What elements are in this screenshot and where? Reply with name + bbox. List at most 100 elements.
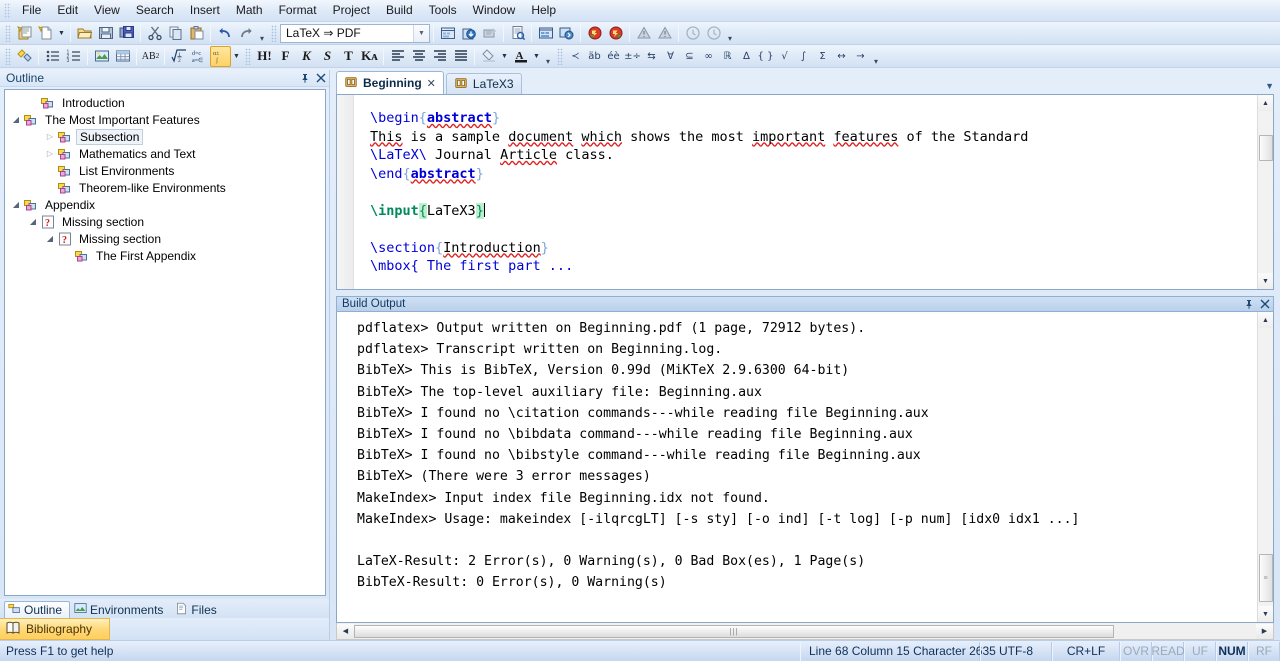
align-justify-icon[interactable] bbox=[450, 46, 471, 67]
outline-item[interactable]: Theorem-like Environments bbox=[5, 179, 325, 196]
math-symbol-button-0[interactable]: ≺ bbox=[566, 46, 585, 67]
toolbar-grip-format[interactable] bbox=[245, 47, 251, 65]
format-toolbar-overflow[interactable]: ▾ bbox=[542, 46, 554, 67]
math-toolbar-overflow[interactable]: ▾ bbox=[870, 46, 882, 67]
menu-item-help[interactable]: Help bbox=[523, 0, 564, 21]
close-tab-icon[interactable]: ✕ bbox=[427, 77, 436, 90]
outline-item[interactable]: List Environments bbox=[5, 162, 325, 179]
outline-item[interactable]: ▷ Subsection bbox=[5, 128, 325, 145]
menu-item-math[interactable]: Math bbox=[228, 0, 271, 21]
chevron-right-icon[interactable]: ▷ bbox=[43, 129, 57, 145]
slanted-button[interactable]: S bbox=[317, 46, 338, 67]
math-symbol-button-6[interactable]: ⊆ bbox=[680, 46, 699, 67]
scroll-down-icon[interactable]: ▼ bbox=[1257, 273, 1273, 289]
build-toolbar-overflow[interactable]: ▾ bbox=[724, 23, 736, 44]
status-flag-ovr[interactable]: OVR bbox=[1120, 641, 1152, 661]
align-right-icon[interactable] bbox=[429, 46, 450, 67]
build-output-body[interactable]: pdflatex> Output written on Beginning.pd… bbox=[336, 312, 1274, 623]
chevron-down-icon[interactable]: ◢ bbox=[9, 112, 23, 128]
stop-build-icon[interactable] bbox=[479, 23, 500, 44]
align-left-icon[interactable] bbox=[387, 46, 408, 67]
pin-icon[interactable] bbox=[1241, 297, 1257, 312]
math-symbol-button-14[interactable]: ↔ bbox=[832, 46, 851, 67]
previous-bad-box-icon[interactable] bbox=[682, 23, 703, 44]
left-tab-outline[interactable]: Outline bbox=[4, 601, 71, 618]
toolbar-grip-math[interactable] bbox=[557, 47, 563, 65]
build-horizontal-scrollbar[interactable]: ◀ ||| ▶ bbox=[336, 623, 1274, 640]
chevron-right-icon[interactable]: ▷ bbox=[43, 146, 57, 162]
build-hscroll-thumb[interactable]: ||| bbox=[354, 624, 1114, 638]
math-symbol-button-3[interactable]: ±÷ bbox=[623, 46, 642, 67]
new-file-dropdown-icon[interactable]: ▼ bbox=[56, 23, 67, 44]
build-vertical-scrollbar[interactable]: ▲ ≡ ▼ bbox=[1257, 312, 1273, 622]
chevron-down-icon[interactable]: ◢ bbox=[43, 231, 57, 247]
itemize-icon[interactable] bbox=[42, 46, 63, 67]
math-symbol-button-10[interactable]: { } bbox=[756, 46, 775, 67]
outline-tree[interactable]: Introduction ◢ The Most Important Features… bbox=[4, 89, 326, 596]
next-error-icon[interactable] bbox=[605, 23, 626, 44]
status-flag-read[interactable]: READ bbox=[1151, 641, 1185, 661]
font-color-dropdown-icon[interactable]: ▼ bbox=[531, 46, 542, 67]
outline-item[interactable]: ◢ The Most Important Features bbox=[5, 111, 325, 128]
math-symbol-button-5[interactable]: ∀ bbox=[661, 46, 680, 67]
status-flag-uf[interactable]: UF bbox=[1184, 641, 1216, 661]
editor-tab-beginning[interactable]: Beginning ✕ bbox=[336, 71, 444, 94]
math-symbol-button-7[interactable]: ∞ bbox=[699, 46, 718, 67]
math-symbol-button-12[interactable]: ∫ bbox=[794, 46, 813, 67]
scroll-down-icon[interactable]: ▼ bbox=[1257, 606, 1273, 622]
scroll-right-icon[interactable]: ▶ bbox=[1256, 623, 1273, 639]
math-symbol-button-11[interactable]: √ bbox=[775, 46, 794, 67]
editor-tab-latex3[interactable]: LaTeX3 bbox=[445, 73, 522, 94]
forward-search-icon[interactable] bbox=[535, 23, 556, 44]
menu-item-tools[interactable]: Tools bbox=[421, 0, 465, 21]
italic-button[interactable]: K bbox=[296, 46, 317, 67]
menu-item-build[interactable]: Build bbox=[378, 0, 421, 21]
chevron-down-icon[interactable]: ◢ bbox=[26, 214, 40, 230]
enumerate-icon[interactable]: 123 bbox=[63, 46, 84, 67]
menu-item-search[interactable]: Search bbox=[128, 0, 182, 21]
math-symbol-button-9[interactable]: ∆ bbox=[737, 46, 756, 67]
outline-item[interactable]: ◢ Appendix bbox=[5, 196, 325, 213]
font-color-icon[interactable]: A bbox=[510, 46, 531, 67]
pin-icon[interactable] bbox=[297, 71, 313, 86]
chevron-down-icon[interactable]: ◢ bbox=[9, 197, 23, 213]
smallcaps-button[interactable]: Kᴀ bbox=[359, 46, 380, 67]
left-tab-files[interactable]: Files bbox=[171, 601, 224, 618]
open-icon[interactable] bbox=[74, 23, 95, 44]
scroll-left-icon[interactable]: ◀ bbox=[337, 623, 354, 639]
status-flag-rf[interactable]: RF bbox=[1248, 641, 1280, 661]
menu-item-file[interactable]: File bbox=[14, 0, 49, 21]
menu-item-project[interactable]: Project bbox=[325, 0, 378, 21]
math-symbol-button-1[interactable]: äb bbox=[585, 46, 604, 67]
scroll-up-icon[interactable]: ▲ bbox=[1257, 95, 1273, 111]
menu-item-format[interactable]: Format bbox=[271, 0, 325, 21]
heading-button[interactable]: H! bbox=[254, 46, 275, 67]
editor-scroll-thumb[interactable] bbox=[1258, 135, 1273, 161]
redo-icon[interactable] bbox=[235, 23, 256, 44]
superscript-icon[interactable]: AB 2 bbox=[140, 46, 161, 67]
save-all-icon[interactable] bbox=[116, 23, 137, 44]
outline-item[interactable]: ▷ Mathematics and Text bbox=[5, 145, 325, 162]
status-encoding[interactable]: UTF-8 bbox=[980, 641, 1052, 661]
previous-error-icon[interactable] bbox=[584, 23, 605, 44]
insert-math-icon[interactable]: 12 bbox=[168, 46, 189, 67]
tab-list-dropdown-icon[interactable]: ▼ bbox=[1265, 81, 1274, 91]
build-and-view-icon[interactable] bbox=[458, 23, 479, 44]
toolbar-grip-standard[interactable] bbox=[5, 24, 11, 42]
previous-warning-icon[interactable] bbox=[633, 23, 654, 44]
editor-text[interactable]: \begin{abstract} This is a sample documen… bbox=[354, 95, 1257, 289]
build-icon[interactable] bbox=[437, 23, 458, 44]
menu-item-view[interactable]: View bbox=[86, 0, 128, 21]
paste-icon[interactable] bbox=[186, 23, 207, 44]
symbol-dropdown-icon[interactable]: ▼ bbox=[231, 46, 242, 67]
outline-item[interactable]: The First Appendix bbox=[5, 247, 325, 264]
next-bad-box-icon[interactable] bbox=[703, 23, 724, 44]
insert-snippet-icon[interactable] bbox=[14, 46, 35, 67]
outline-item[interactable]: Introduction bbox=[5, 94, 325, 111]
standard-toolbar-overflow[interactable]: ▾ bbox=[256, 23, 268, 44]
chevron-down-icon[interactable]: ▼ bbox=[413, 24, 429, 42]
close-icon[interactable] bbox=[313, 71, 329, 86]
toolbar-grip-build[interactable] bbox=[271, 24, 277, 42]
status-line-ending[interactable]: CR+LF bbox=[1052, 641, 1120, 661]
insert-symbol-icon[interactable]: α± ʃ bbox=[210, 45, 231, 67]
